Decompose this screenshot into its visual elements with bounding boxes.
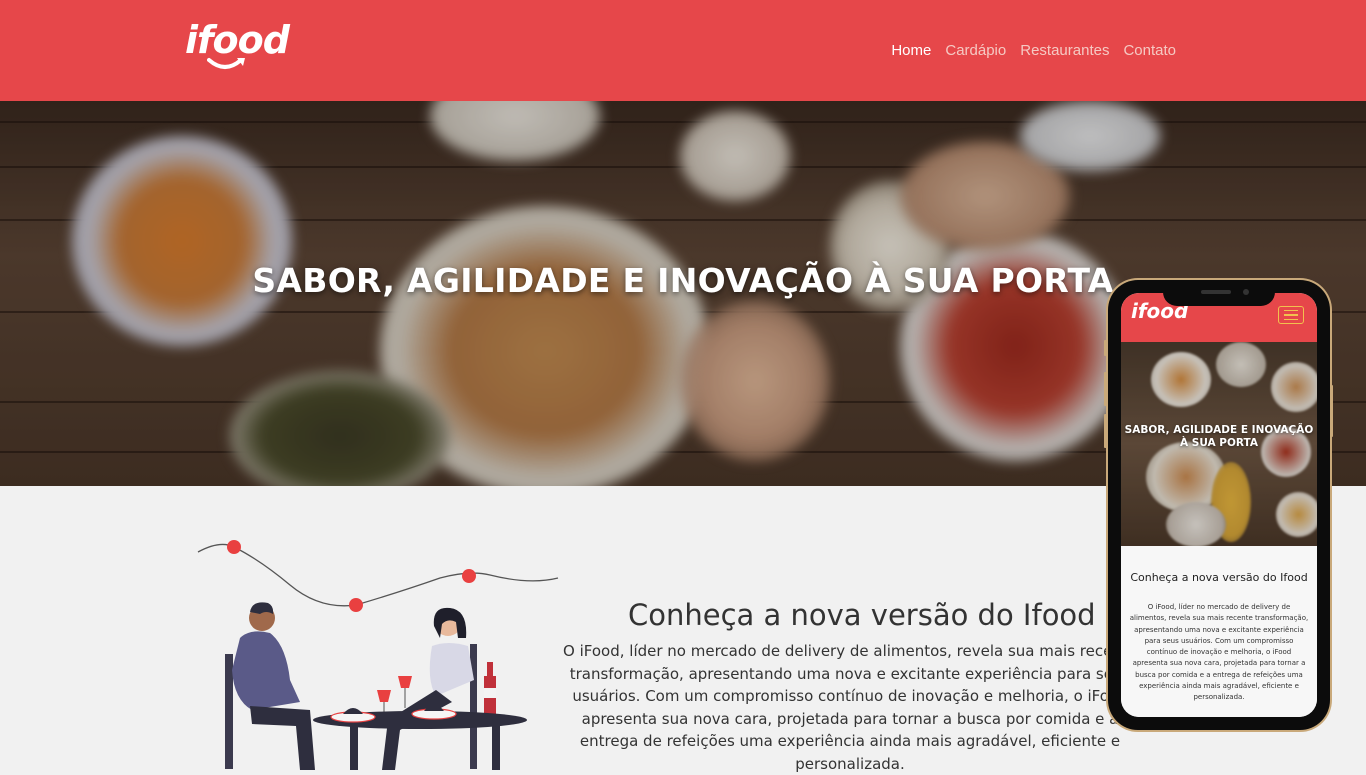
hamburger-menu-icon[interactable] [1278,306,1304,324]
nav-cardapio[interactable]: Cardápio [945,42,1006,59]
mobile-about-text: O iFood, líder no mercado de delivery de… [1129,603,1309,702]
nav-contato[interactable]: Contato [1123,42,1176,59]
nav-home[interactable]: Home [891,42,931,59]
dinner-couple-illustration [197,540,559,770]
ifood-logo[interactable]: ifood [185,20,290,60]
mobile-hero-title: SABOR, AGILIDADE E INOVAÇÃO À SUA PORTA [1124,424,1314,449]
about-title: Conheça a nova versão do Ifood [628,598,1096,632]
mobile-about-title: Conheça a nova versão do Ifood [1130,571,1308,584]
ifood-logo-smile-icon [207,58,245,69]
mobile-hero: SABOR, AGILIDADE E INOVAÇÃO À SUA PORTA [1121,342,1317,546]
phone-screen: ifood SABOR, AGILIDADE E INOVAÇÃO À SUA … [1121,293,1317,717]
site-header: ifood Home Cardápio Restaurantes Contato [0,0,1366,101]
about-text: O iFood, líder no mercado de delivery de… [563,642,1137,773]
nav-restaurantes[interactable]: Restaurantes [1020,42,1109,59]
main-nav: Home Cardápio Restaurantes Contato [891,42,1176,59]
mobile-about-section: Conheça a nova versão do Ifood O iFood, … [1121,546,1317,717]
phone-notch [1163,280,1275,306]
phone-mockup: ifood SABOR, AGILIDADE E INOVAÇÃO À SUA … [1108,280,1330,730]
